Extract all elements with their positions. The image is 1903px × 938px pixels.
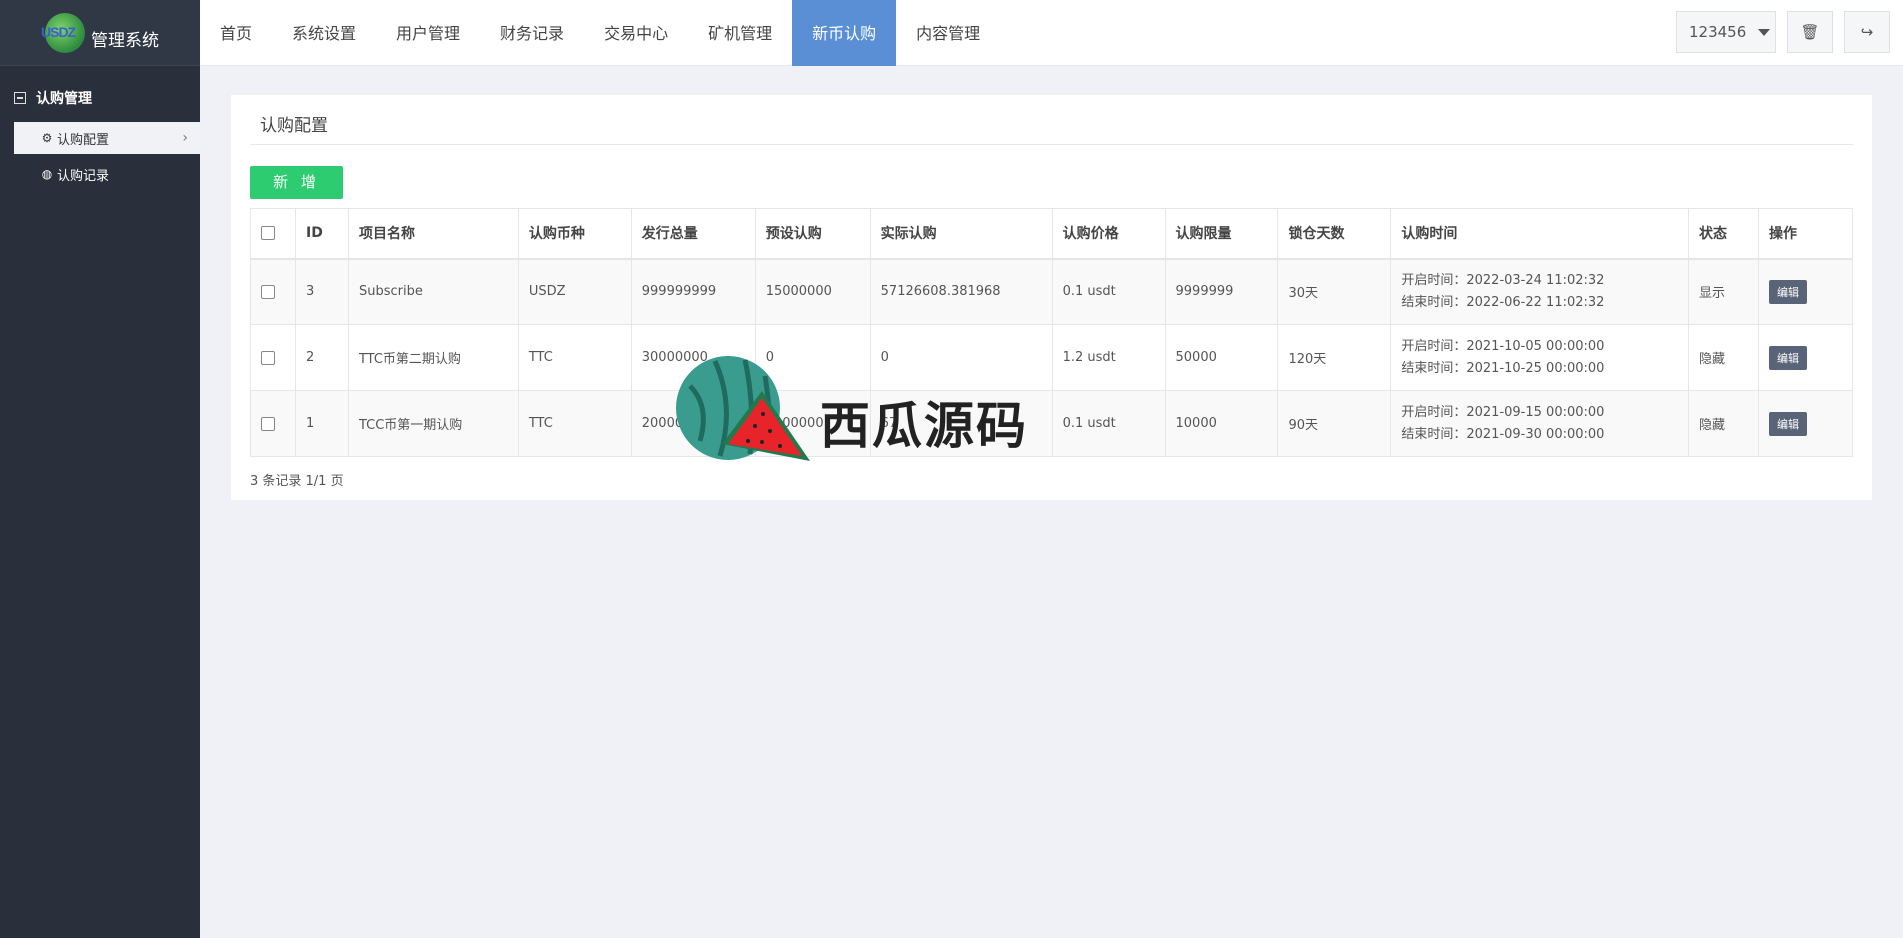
sidebar-group-subscription[interactable]: 认购管理	[0, 82, 200, 114]
select-cell	[250, 324, 296, 391]
trash-icon: 🗑	[1800, 23, 1820, 41]
logout-button[interactable]: ↪	[1844, 11, 1890, 53]
column-header: 操作	[1757, 208, 1854, 260]
table-row: 3 Subscribe USDZ 999999999 15000000 5712…	[250, 258, 1854, 325]
logo-letters: USDZ	[41, 23, 76, 40]
row-checkbox[interactable]	[261, 284, 275, 299]
watermark-text: 西瓜源码	[820, 397, 1028, 455]
nav-content-management[interactable]: 内容管理	[896, 0, 1000, 66]
start-time: 开启时间：2021-09-15 00:00:00	[1401, 404, 1605, 420]
start-time: 开启时间：2022-03-24 11:02:32	[1401, 272, 1605, 288]
cell-lock-days: 90天	[1277, 390, 1392, 457]
column-header: 发行总量	[630, 208, 756, 260]
cell-name: TTC币第二期认购	[347, 324, 519, 391]
add-button[interactable]: 新 增	[250, 166, 343, 199]
row-checkbox[interactable]	[261, 350, 275, 365]
record-count: 3 条记录 1/1 页	[250, 474, 344, 489]
top-nav-bar: 首页 系统设置 用户管理 财务记录 交易中心 矿机管理 新币认购 内容管理 12…	[200, 0, 1903, 66]
caret-down-icon	[1758, 28, 1771, 36]
logo[interactable]: USDZ 管理系统	[0, 0, 200, 66]
select-cell	[250, 258, 296, 325]
divider	[250, 144, 1853, 145]
column-header: 项目名称	[347, 208, 519, 260]
cell-limit: 50000	[1164, 324, 1279, 391]
column-header: 实际认购	[869, 208, 1053, 260]
cell-id: 3	[294, 258, 349, 325]
logo-globe-icon: USDZ	[41, 11, 87, 55]
edit-button[interactable]: 编辑	[1768, 411, 1807, 436]
cell-time: 开启时间：2021-10-05 00:00:00 结束时间：2021-10-25…	[1390, 324, 1690, 391]
cell-action: 编辑	[1757, 324, 1854, 391]
column-header: 锁仓天数	[1277, 208, 1392, 260]
cell-preset: 15000000	[754, 258, 871, 325]
cell-name: TCC币第一期认购	[347, 390, 519, 457]
username: 123456	[1689, 23, 1747, 41]
cell-coin: USDZ	[517, 258, 632, 325]
clear-cache-button[interactable]: 🗑	[1787, 11, 1833, 53]
edit-button[interactable]: 编辑	[1768, 345, 1807, 370]
nav-finance-records[interactable]: 财务记录	[480, 0, 584, 66]
start-time: 开启时间：2021-10-05 00:00:00	[1401, 338, 1605, 354]
table-header-row: ID 项目名称 认购币种 发行总量 预设认购 实际认购 认购价格 认购限量 锁仓…	[250, 208, 1854, 260]
select-cell	[250, 390, 296, 457]
globe-icon: ◍	[41, 167, 53, 181]
end-time: 结束时间：2022-06-22 11:02:32	[1401, 294, 1605, 310]
select-all-checkbox[interactable]	[261, 226, 275, 241]
sidebar-item-subscription-config[interactable]: ⚙ 认购配置 ›	[14, 122, 200, 154]
sidebar-item-label: 认购配置	[57, 132, 110, 148]
cell-price: 0.1 usdt	[1051, 258, 1166, 325]
cell-lock-days: 30天	[1277, 258, 1392, 325]
cell-action: 编辑	[1757, 258, 1854, 325]
sidebar: USDZ 管理系统 认购管理 ⚙ 认购配置 › ◍ 认购记录	[0, 0, 200, 938]
page-title: 认购配置	[260, 116, 328, 136]
cell-limit: 10000	[1164, 390, 1279, 457]
cell-status: 隐藏	[1688, 324, 1759, 391]
end-time: 结束时间：2021-10-25 00:00:00	[1401, 360, 1605, 376]
column-header: ID	[294, 208, 349, 260]
cell-status: 隐藏	[1688, 390, 1759, 457]
cell-id: 1	[294, 390, 349, 457]
column-header: 认购币种	[517, 208, 632, 260]
sidebar-group-label: 认购管理	[36, 91, 92, 107]
column-header: 状态	[1688, 208, 1759, 260]
sidebar-item-label: 认购记录	[57, 168, 110, 184]
cell-action: 编辑	[1757, 390, 1854, 457]
column-header: 认购限量	[1164, 208, 1279, 260]
nav-system-settings[interactable]: 系统设置	[272, 0, 376, 66]
watermark: 西瓜源码	[660, 346, 1060, 476]
collapse-icon	[14, 92, 26, 104]
cell-price: 0.1 usdt	[1051, 390, 1166, 457]
column-header: 预设认购	[754, 208, 871, 260]
cell-limit: 9999999	[1164, 258, 1279, 325]
watermelon-icon	[676, 356, 810, 461]
cell-actual: 57126608.381968	[869, 258, 1053, 325]
cell-time: 开启时间：2021-09-15 00:00:00 结束时间：2021-09-30…	[1390, 390, 1690, 457]
cell-id: 2	[294, 324, 349, 391]
edit-button[interactable]: 编辑	[1768, 279, 1807, 304]
cell-lock-days: 120天	[1277, 324, 1392, 391]
cell-price: 1.2 usdt	[1051, 324, 1166, 391]
cell-total: 999999999	[630, 258, 756, 325]
cell-time: 开启时间：2022-03-24 11:02:32 结束时间：2022-06-22…	[1390, 258, 1690, 325]
select-all-cell	[250, 208, 296, 260]
nav-miner-management[interactable]: 矿机管理	[688, 0, 792, 66]
sidebar-item-subscription-records[interactable]: ◍ 认购记录	[14, 158, 200, 190]
nav-user-management[interactable]: 用户管理	[376, 0, 480, 66]
column-header: 认购时间	[1390, 208, 1690, 260]
cell-status: 显示	[1688, 258, 1759, 325]
chevron-right-icon: ›	[182, 130, 188, 146]
end-time: 结束时间：2021-09-30 00:00:00	[1401, 426, 1605, 442]
nav-home[interactable]: 首页	[200, 0, 272, 66]
logo-text: 管理系统	[91, 31, 159, 51]
gear-icon: ⚙	[41, 131, 53, 145]
nav-new-coin-subscription[interactable]: 新币认购	[792, 0, 897, 66]
cell-coin: TTC	[517, 324, 632, 391]
user-dropdown[interactable]: 123456	[1676, 11, 1776, 53]
cell-name: Subscribe	[347, 258, 519, 325]
cell-coin: TTC	[517, 390, 632, 457]
logout-icon: ↪	[1860, 23, 1874, 41]
nav-trading-center[interactable]: 交易中心	[584, 0, 688, 66]
column-header: 认购价格	[1051, 208, 1166, 260]
row-checkbox[interactable]	[261, 416, 275, 431]
